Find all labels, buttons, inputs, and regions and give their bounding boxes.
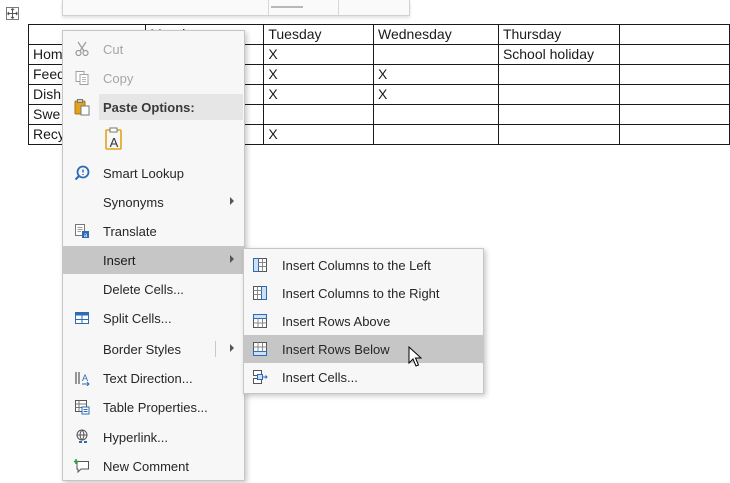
svg-text:A: A (82, 373, 88, 383)
table-cell[interactable] (373, 124, 499, 145)
chevron-right-icon (230, 255, 234, 263)
insert-menu-item[interactable]: Insert (63, 246, 244, 274)
new-comment-icon (63, 452, 101, 480)
smart-lookup-menu-item[interactable]: Smart Lookup (63, 159, 244, 187)
text-direction-icon: A (63, 364, 101, 392)
insert-columns-right-label: Insert Columns to the Right (282, 285, 440, 301)
table-cell[interactable]: X (373, 64, 499, 85)
paste-keep-text-only-icon[interactable]: A (101, 124, 129, 154)
table-cell[interactable] (618, 44, 730, 65)
table-cell[interactable]: Wednesday (373, 24, 499, 45)
insert-columns-left-label: Insert Columns to the Left (282, 257, 431, 273)
chevron-right-icon (230, 197, 234, 205)
hyperlink-label: Hyperlink... (103, 429, 169, 445)
synonyms-label: Synonyms (103, 194, 164, 210)
smart-lookup-icon (63, 159, 101, 187)
insert-rows-below-item[interactable]: Insert Rows Below (244, 335, 483, 363)
text-direction-menu-item[interactable]: A Text Direction... (63, 364, 244, 392)
cut-label: Cut (103, 41, 124, 57)
table-cell[interactable] (618, 104, 730, 125)
insert-columns-left-icon (244, 251, 276, 279)
table-cell[interactable] (497, 104, 620, 125)
translate-label: Translate (103, 223, 157, 239)
context-menu: Cut Copy Paste Options: A Smart Lookup S… (62, 30, 245, 481)
table-properties-label: Table Properties... (103, 399, 208, 415)
mouse-pointer-icon (408, 345, 423, 373)
table-properties-menu-item[interactable]: Table Properties... (63, 393, 244, 421)
table-cell[interactable]: X (373, 84, 499, 105)
hyperlink-menu-item[interactable]: Hyperlink... (63, 423, 244, 451)
svg-text:A: A (110, 135, 119, 150)
split-cells-menu-item[interactable]: Split Cells... (63, 304, 244, 332)
insert-columns-left-item[interactable]: Insert Columns to the Left (244, 251, 483, 279)
new-comment-label: New Comment (103, 458, 189, 474)
insert-rows-below-label: Insert Rows Below (282, 341, 390, 357)
split-cells-icon (63, 304, 101, 332)
mini-toolbar (62, 0, 410, 16)
translate-icon: a (63, 217, 101, 245)
table-cell[interactable] (373, 104, 499, 125)
paste-keep-text-only-row: A (63, 123, 244, 155)
toolbar-divider (338, 0, 339, 15)
table-cell[interactable] (497, 64, 620, 85)
table-cell[interactable] (618, 64, 730, 85)
toolbar-bar (271, 6, 303, 8)
table-cell[interactable]: Thursday (497, 24, 620, 45)
table-cell[interactable] (497, 84, 620, 105)
cut-menu-item[interactable]: Cut (63, 35, 244, 63)
insert-rows-above-icon (244, 307, 276, 335)
scissors-icon (63, 35, 101, 63)
insert-label: Insert (103, 252, 136, 268)
move-arrows-icon (7, 8, 18, 19)
border-styles-label: Border Styles (103, 341, 182, 357)
text-direction-label: Text Direction... (103, 370, 193, 386)
hyperlink-icon (63, 423, 101, 451)
insert-rows-above-label: Insert Rows Above (282, 313, 391, 329)
insert-rows-below-icon (244, 335, 276, 363)
delete-cells-menu-item[interactable]: Delete Cells... (63, 275, 244, 303)
table-move-handle[interactable] (6, 7, 19, 20)
table-cell[interactable]: Tuesday (263, 24, 375, 45)
table-cell[interactable] (263, 104, 375, 125)
table-cell[interactable] (373, 44, 499, 65)
translate-menu-item[interactable]: a Translate (63, 217, 244, 245)
table-cell[interactable]: X (263, 64, 375, 85)
copy-menu-item[interactable]: Copy (63, 64, 244, 92)
split-cells-label: Split Cells... (103, 310, 172, 326)
table-cell[interactable]: X (263, 84, 375, 105)
table-cell[interactable]: School holiday (497, 44, 620, 65)
insert-columns-right-item[interactable]: Insert Columns to the Right (244, 279, 483, 307)
copy-label: Copy (103, 70, 134, 86)
chevron-right-icon[interactable] (230, 344, 234, 352)
table-cell[interactable]: X (263, 44, 375, 65)
delete-cells-label: Delete Cells... (103, 281, 184, 297)
copy-icon (63, 64, 101, 92)
insert-rows-above-item[interactable]: Insert Rows Above (244, 307, 483, 335)
insert-cells-label: Insert Cells... (282, 369, 358, 385)
paste-options-label: Paste Options: (99, 94, 243, 120)
insert-submenu: Insert Columns to the Left Insert Column… (243, 248, 484, 394)
paste-icon (63, 93, 101, 121)
table-cell[interactable] (497, 124, 620, 145)
table-cell[interactable] (618, 124, 730, 145)
table-cell[interactable] (618, 24, 730, 45)
table-cell[interactable]: X (263, 124, 375, 145)
split-button-divider (215, 341, 216, 357)
border-styles-menu-item[interactable]: Border Styles (63, 335, 244, 363)
smart-lookup-label: Smart Lookup (103, 165, 184, 181)
insert-columns-right-icon (244, 279, 276, 307)
toolbar-divider (268, 0, 269, 15)
synonyms-menu-item[interactable]: Synonyms (63, 188, 244, 216)
new-comment-menu-item[interactable]: New Comment (63, 452, 244, 480)
table-properties-icon (63, 393, 101, 421)
insert-cells-icon (244, 363, 276, 391)
insert-cells-item[interactable]: Insert Cells... (244, 363, 483, 391)
table-cell[interactable] (618, 84, 730, 105)
